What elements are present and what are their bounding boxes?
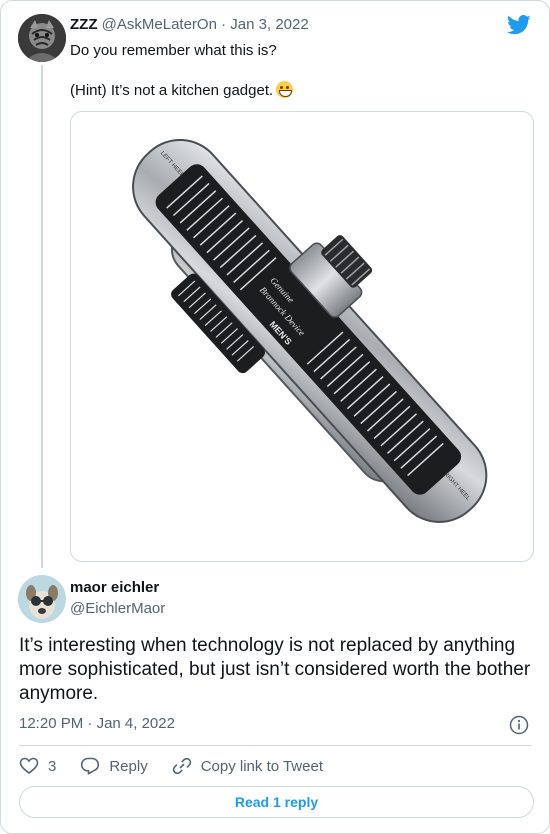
header-separator: · <box>221 16 227 33</box>
parent-tweet-line1: Do you remember what this is? <box>70 42 277 59</box>
reply-date: Jan 4, 2022 <box>96 715 175 732</box>
parent-tweet-date[interactable]: Jan 3, 2022 <box>230 16 308 33</box>
reply-label: Reply <box>109 757 148 775</box>
parent-tweet-text: Do you remember what this is? (Hint) It’… <box>70 41 510 101</box>
heart-icon <box>19 757 39 775</box>
timestamp-separator: · <box>87 715 93 732</box>
tweet-media-image[interactable]: Genuine Brannock Device MEN'S LEFT HEEL … <box>70 111 534 562</box>
like-button[interactable]: 3 <box>19 756 56 776</box>
parent-tweet-header: ZZZ @AskMeLaterOn · Jan 3, 2022 <box>70 16 309 33</box>
copy-link-label: Copy link to Tweet <box>200 757 323 775</box>
reply-tweet-text: It’s interesting when technology is not … <box>19 635 531 704</box>
grinning-face-emoji-icon <box>276 81 294 98</box>
brannock-device-image: Genuine Brannock Device MEN'S LEFT HEEL … <box>132 138 488 523</box>
info-icon[interactable] <box>509 715 529 735</box>
twitter-logo-icon[interactable] <box>507 15 531 35</box>
reply-button[interactable]: Reply <box>80 756 148 776</box>
read-replies-button[interactable]: Read 1 reply <box>19 786 534 818</box>
tweet-embed-card: ZZZ @AskMeLaterOn · Jan 3, 2022 Do you r… <box>0 0 550 834</box>
reply-author-handle[interactable]: @EichlerMaor <box>70 600 165 617</box>
parent-author-avatar[interactable] <box>18 14 66 62</box>
reply-author-avatar[interactable] <box>18 575 66 623</box>
like-count: 3 <box>48 757 57 775</box>
parent-tweet-line2: (Hint) It’s not a kitchen gadget. <box>70 82 274 99</box>
reply-author-name[interactable]: maor eichler <box>70 579 159 596</box>
tweet-actions-bar: 3 Reply Copy link to Tweet <box>19 756 323 776</box>
thread-connector-line <box>41 65 43 568</box>
parent-author-handle[interactable]: @AskMeLaterOn <box>102 16 217 33</box>
parent-tweet-line2-wrap: (Hint) It’s not a kitchen gadget. <box>70 81 510 101</box>
action-divider <box>19 745 532 746</box>
copy-link-button[interactable]: Copy link to Tweet <box>172 756 323 776</box>
reply-timestamp[interactable]: 12:20 PM · Jan 4, 2022 <box>19 715 175 732</box>
reply-icon <box>81 757 100 775</box>
link-icon <box>172 757 191 775</box>
reply-time: 12:20 PM <box>19 715 84 732</box>
parent-author-name[interactable]: ZZZ <box>70 16 98 33</box>
